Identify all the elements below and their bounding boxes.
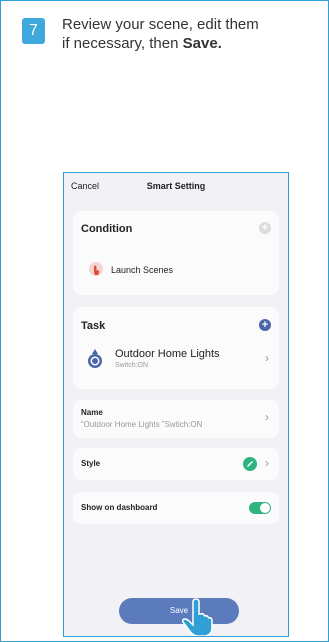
chevron-right-icon: › xyxy=(265,351,269,365)
condition-title: Condition xyxy=(81,223,133,235)
condition-item-label: Launch Scenes xyxy=(111,265,174,275)
task-device-status: Switch:ON xyxy=(115,362,149,369)
phone-screen: Cancel Smart Setting Condition + Launch … xyxy=(63,172,289,637)
add-task-icon[interactable]: + xyxy=(259,319,271,331)
add-condition-icon[interactable]: + xyxy=(259,222,271,234)
name-value: “Outdoor Home Lights ”Swtich:ON xyxy=(81,420,203,429)
dashboard-toggle[interactable] xyxy=(249,502,271,514)
style-row[interactable]: Style › xyxy=(73,448,279,480)
instruction-emphasis: Save. xyxy=(182,35,222,52)
step-badge: 7 xyxy=(22,18,45,44)
cancel-button[interactable]: Cancel xyxy=(71,181,99,191)
condition-item[interactable]: Launch Scenes xyxy=(73,255,279,285)
style-label: Style xyxy=(81,459,101,468)
name-label: Name xyxy=(81,408,103,417)
task-card: Task + Outdoor Home Lights Switch:ON › xyxy=(73,307,279,389)
light-device-icon xyxy=(88,349,102,368)
page-title: Smart Setting xyxy=(146,181,206,191)
chevron-right-icon: › xyxy=(265,410,269,424)
condition-card: Condition + Launch Scenes xyxy=(73,211,279,295)
phone-header: Cancel Smart Setting xyxy=(64,173,288,203)
style-color-icon xyxy=(243,457,257,471)
instruction-line2: if necessary, then xyxy=(62,35,183,52)
task-title: Task xyxy=(81,320,106,332)
task-device-name: Outdoor Home Lights xyxy=(115,348,220,360)
pointer-hand-icon xyxy=(182,598,213,636)
name-row[interactable]: Name “Outdoor Home Lights ”Swtich:ON › xyxy=(73,400,279,438)
dashboard-label: Show on dashboard xyxy=(81,503,158,512)
hand-touch-icon xyxy=(89,262,103,276)
tutorial-frame: 7 Review your scene, edit them if necess… xyxy=(0,0,329,642)
dashboard-row: Show on dashboard xyxy=(73,492,279,524)
instruction-line1: Review your scene, edit them xyxy=(62,16,259,33)
task-item[interactable]: Outdoor Home Lights Switch:ON › xyxy=(73,347,279,381)
chevron-right-icon: › xyxy=(265,456,269,470)
instruction-text: Review your scene, edit them if necessar… xyxy=(62,15,302,53)
